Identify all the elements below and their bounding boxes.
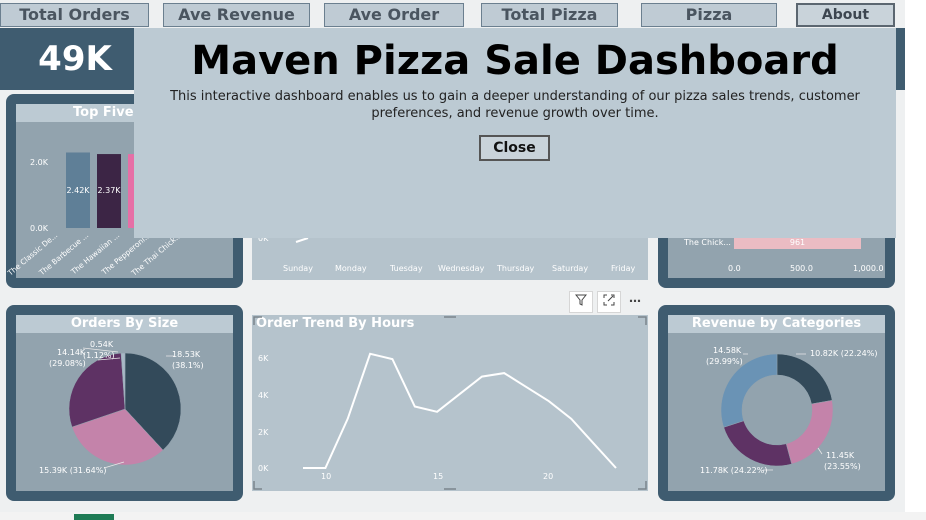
category-label: 11.78K (24.22%) [700,466,768,475]
category-donut-slice[interactable] [776,353,833,405]
dialog-description: This interactive dashboard enables us to… [170,89,860,121]
close-button[interactable]: Close [479,135,550,161]
page-tabs-strip [0,512,926,520]
dialog-title: Maven Pizza Sale Dashboard [191,38,839,84]
category-label: 11.45K [826,451,855,460]
about-dialog: Maven Pizza Sale Dashboard This interact… [134,28,896,238]
category-donut-slice[interactable] [723,420,792,467]
right-margin [905,0,926,520]
category-label: 14.58K [713,346,742,355]
category-label: (23.55%) [824,462,861,471]
category-label: (29.99%) [706,357,743,366]
active-page-tab[interactable] [74,514,114,520]
category-label: 10.82K (22.24%) [810,349,878,358]
